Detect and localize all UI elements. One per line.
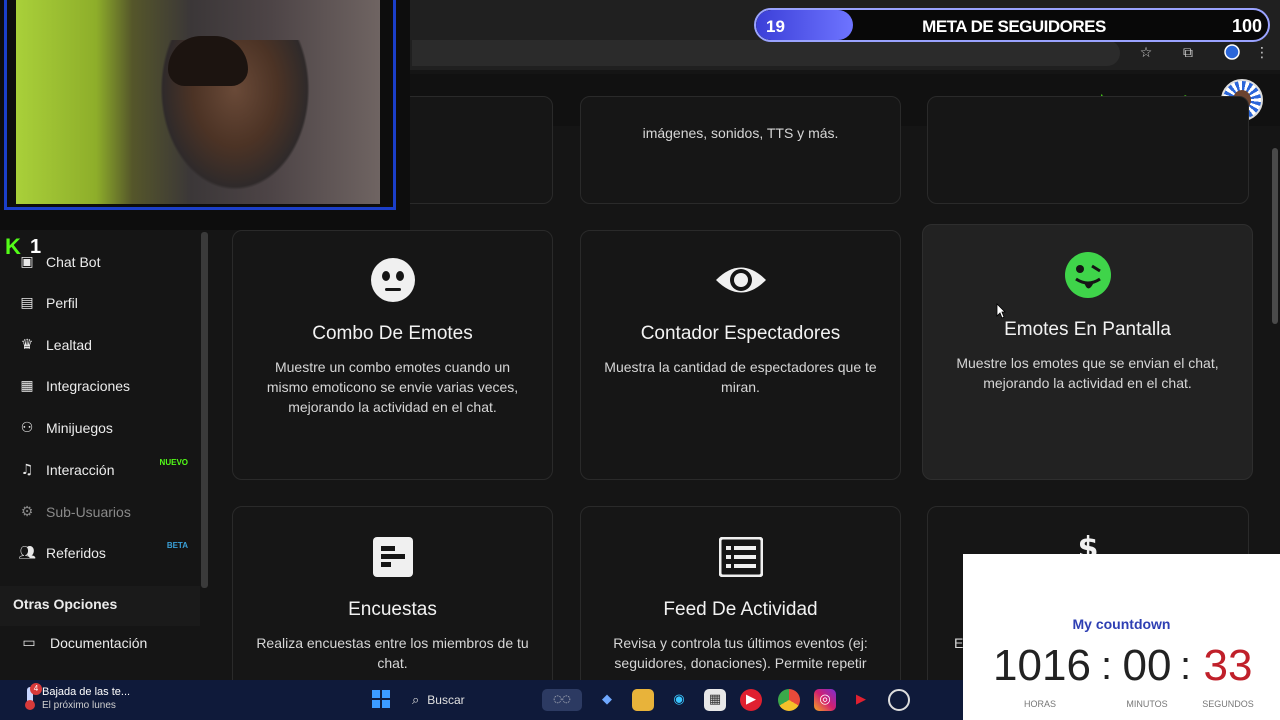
countdown-widget: My countdown 1016 : 00 : 33 HORAS MINUTO… xyxy=(963,554,1280,720)
files-icon[interactable] xyxy=(632,689,654,711)
eye-icon xyxy=(581,261,900,303)
sidebar-section-title: Otras Opciones xyxy=(13,596,118,612)
countdown-hours-label: HORAS xyxy=(1023,699,1056,709)
card-viewer-counter[interactable]: Contador Espectadores Muestra la cantida… xyxy=(580,230,901,480)
sidebar-item-interaccion[interactable]: ♫ Interacción NUEVO xyxy=(0,455,200,485)
countdown-title: My countdown xyxy=(1072,616,1171,632)
card-activity-feed[interactable]: Feed De Actividad Revisa y controla tus … xyxy=(580,506,901,706)
widgets-icon[interactable]: ◌◌ xyxy=(542,689,582,711)
card-desc: imágenes, sonidos, TTS y más. xyxy=(642,125,839,141)
sidebar-item-label: Referidos xyxy=(46,545,106,561)
sidebar-item-minijuegos[interactable]: ⚇ Minijuegos xyxy=(0,413,200,443)
weather-title: Bajada de las te... xyxy=(42,686,131,698)
sidebar-item-integraciones[interactable]: ▦ Integraciones xyxy=(0,371,200,401)
card-title: Feed De Actividad xyxy=(663,599,818,620)
sidebar-item-label: Sub-Usuarios xyxy=(46,504,131,520)
trophy-icon: ♛ xyxy=(20,337,34,353)
profile-icon[interactable] xyxy=(1222,44,1242,62)
new-badge: NUEVO xyxy=(159,458,188,467)
extensions-icon[interactable]: ⧉ xyxy=(1178,44,1198,62)
kick-logo: K xyxy=(5,234,21,259)
card-desc: E xyxy=(954,635,964,651)
app-icon[interactable] xyxy=(888,689,910,711)
poll-icon xyxy=(233,537,552,581)
countdown-minutes: 00 xyxy=(1122,641,1172,690)
start-button[interactable] xyxy=(372,690,390,708)
sidebar-item-label: Minijuegos xyxy=(46,420,113,436)
card-desc: Muestre los emotes que se envian el chat… xyxy=(956,355,1219,391)
gamepad-icon: ⚇ xyxy=(20,420,34,436)
sidebar-item-lealtad[interactable]: ♛ Lealtad xyxy=(0,330,200,360)
card-partial[interactable]: imágenes, sonidos, TTS y más. xyxy=(580,96,901,204)
webcam-overlay xyxy=(0,0,410,230)
tongue-emoji-icon xyxy=(923,251,1252,303)
follower-goal-bar: 19 META DE SEGUIDORES 100 xyxy=(754,8,1270,42)
plug-icon: ▦ xyxy=(20,378,34,394)
sidebar-item-label: Perfil xyxy=(46,295,78,311)
users-cog-icon: ⚙ xyxy=(20,504,34,520)
face-icon xyxy=(233,257,552,307)
card-desc: Realiza encuestas entre los miembros de … xyxy=(256,635,529,671)
youtube-icon[interactable]: ▶ xyxy=(850,689,872,711)
weather-subtitle: El próximo lunes xyxy=(42,700,116,711)
star-icon[interactable]: ☆ xyxy=(1136,44,1156,62)
search-label: Buscar xyxy=(427,693,465,707)
youtube-music-icon[interactable]: ▶ xyxy=(740,689,762,711)
music-icon: ♫ xyxy=(20,462,34,478)
sidebar-scrollbar[interactable] xyxy=(201,232,208,588)
list-icon xyxy=(581,536,900,581)
goal-title: META DE SEGUIDORES xyxy=(922,17,1106,36)
kick-count: 1 xyxy=(30,236,42,258)
countdown-minutes-label: MINUTOS xyxy=(1126,699,1168,709)
card-combo-emotes[interactable]: Combo De Emotes Muestre un combo emotes … xyxy=(232,230,553,480)
card-desc: Muestra la cantidad de espectadores que … xyxy=(604,359,877,395)
card-title: Encuestas xyxy=(348,599,437,620)
card-title: Contador Espectadores xyxy=(640,323,841,344)
chrome-icon[interactable] xyxy=(778,689,800,711)
card-emotes-on-screen[interactable]: Emotes En Pantalla Muestre los emotes qu… xyxy=(922,224,1253,480)
address-bar[interactable] xyxy=(412,40,1120,66)
copilot-icon[interactable]: ◆ xyxy=(596,689,618,711)
countdown-hours: 1016 xyxy=(993,641,1091,690)
sidebar-item-label: Lealtad xyxy=(46,337,92,353)
card-partial[interactable] xyxy=(927,96,1249,204)
main-scrollbar[interactable] xyxy=(1272,148,1278,324)
sidebar-item-documentacion[interactable]: ▭ Documentación xyxy=(0,628,200,658)
card-title: Combo De Emotes xyxy=(312,323,473,344)
card-title: Emotes En Pantalla xyxy=(1004,319,1171,340)
card-desc: Muestre un combo emotes cuando un mismo … xyxy=(266,359,519,415)
users-icon: 👥︎ xyxy=(18,545,36,561)
store-icon[interactable]: ▦ xyxy=(704,689,726,711)
sidebar-item-label: Interacción xyxy=(46,462,115,478)
book-icon: ▭ xyxy=(22,635,36,651)
goal-target: 100 xyxy=(1231,16,1262,36)
card-polls[interactable]: Encuestas Realiza encuestas entre los mi… xyxy=(232,506,553,706)
card-desc: Revisa y controla tus últimos eventos (e… xyxy=(613,635,868,671)
sidebar-item-label: Integraciones xyxy=(46,378,131,394)
sidebar-item-label: Documentación xyxy=(50,635,148,651)
weather-badge: 4 xyxy=(30,683,42,695)
countdown-seconds-label: SEGUNDOS xyxy=(1202,699,1254,709)
search-icon: ⌕ xyxy=(412,692,420,708)
taskbar-search[interactable]: ⌕ Buscar xyxy=(406,686,536,714)
beta-badge: BETA xyxy=(166,541,188,550)
sidebar-item-referidos[interactable]: 👥︎ Referidos BETA xyxy=(0,538,200,568)
countdown-seconds: 33 xyxy=(1203,641,1253,690)
sidebar-item-label: Chat Bot xyxy=(46,254,101,270)
id-card-icon: ▤ xyxy=(20,295,34,311)
menu-icon[interactable]: ⋮ xyxy=(1252,44,1272,62)
instagram-icon[interactable]: ◎ xyxy=(814,689,836,711)
sidebar-item-sub-usuarios[interactable]: ⚙ Sub-Usuarios xyxy=(0,497,200,527)
edge-icon[interactable]: ◉ xyxy=(668,689,690,711)
mouse-cursor-icon xyxy=(996,303,1006,323)
sidebar-item-perfil[interactable]: ▤ Perfil xyxy=(0,288,200,318)
